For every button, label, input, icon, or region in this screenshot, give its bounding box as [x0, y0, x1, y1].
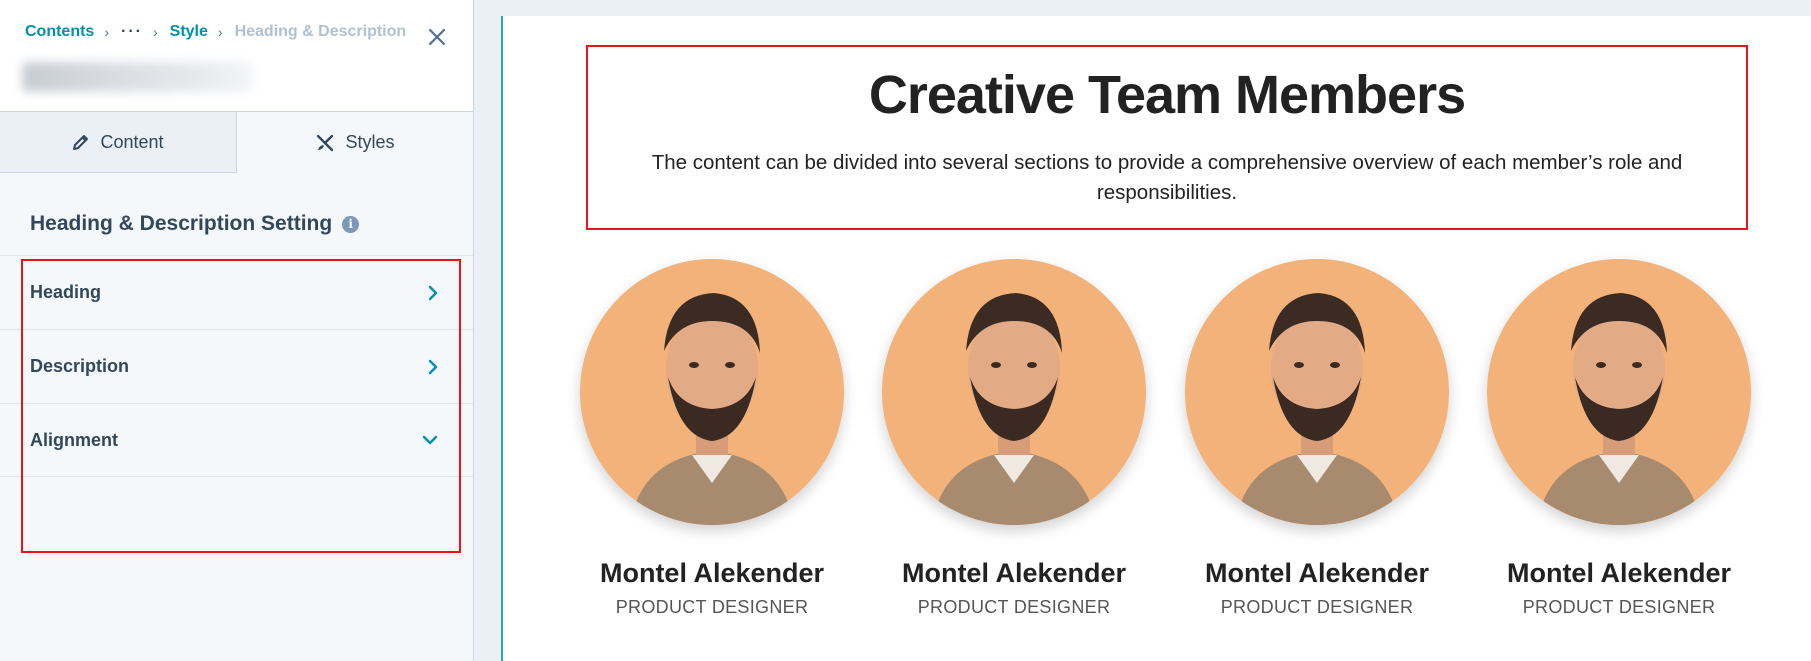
- member-name: Montel Alekender: [901, 558, 1127, 588]
- breadcrumb-current: Heading & Description: [234, 23, 407, 40]
- avatar: [580, 259, 844, 525]
- close-icon: [428, 28, 446, 46]
- breadcrumb-ellipsis[interactable]: ···: [121, 23, 143, 41]
- member-name: Montel Alekender: [599, 558, 825, 588]
- row-alignment[interactable]: Alignment: [0, 403, 473, 477]
- preview-description[interactable]: The content can be divided into several …: [620, 148, 1714, 208]
- chevron-right-icon: ›: [217, 24, 223, 40]
- breadcrumb-style[interactable]: Style: [170, 23, 208, 41]
- tab-styles-label: Styles: [345, 132, 395, 152]
- chevron-right-icon: ›: [104, 24, 109, 40]
- team-member-card[interactable]: Montel Alekender PRODUCT DESIGNER: [1487, 259, 1751, 618]
- settings-panel: Contents › ··· › Style › Heading & Descr…: [0, 0, 474, 661]
- info-icon[interactable]: i: [342, 215, 360, 233]
- avatar: [1185, 259, 1449, 525]
- portrait-image: [1487, 259, 1751, 525]
- member-role: PRODUCT DESIGNER: [615, 597, 809, 617]
- close-button[interactable]: [424, 24, 450, 50]
- chevron-down-icon: [422, 435, 438, 445]
- row-heading[interactable]: Heading: [0, 255, 473, 329]
- pencil-icon: [73, 135, 89, 150]
- section-title: Heading & Description Setting i: [30, 212, 360, 236]
- chevron-right-icon: [428, 359, 438, 374]
- member-role: PRODUCT DESIGNER: [1220, 597, 1414, 617]
- brush-icon: [317, 134, 334, 151]
- member-role: PRODUCT DESIGNER: [1522, 597, 1716, 617]
- row-description-label: Description: [30, 356, 130, 376]
- preview-heading[interactable]: Creative Team Members: [586, 64, 1748, 126]
- panel-tabs: Content Styles: [0, 112, 473, 173]
- breadcrumb: Contents › ··· › Style › Heading & Descr…: [25, 22, 406, 42]
- team-member-card[interactable]: Montel Alekender PRODUCT DESIGNER: [882, 259, 1146, 618]
- chevron-right-icon: [428, 285, 438, 300]
- team-member-card[interactable]: Montel Alekender PRODUCT DESIGNER: [580, 259, 844, 618]
- row-heading-label: Heading: [30, 282, 102, 302]
- section-title-text: Heading & Description Setting: [30, 212, 333, 235]
- portrait-image: [882, 259, 1146, 525]
- row-alignment-label: Alignment: [30, 429, 118, 450]
- team-member-card[interactable]: Montel Alekender PRODUCT DESIGNER: [1185, 259, 1449, 618]
- member-role: PRODUCT DESIGNER: [917, 597, 1111, 617]
- tab-content-label: Content: [100, 131, 164, 152]
- member-name: Montel Alekender: [1204, 558, 1430, 588]
- module-name-blurred: [22, 62, 252, 92]
- portrait-image: [1185, 259, 1449, 525]
- settings-rows: Heading Description Alignment: [0, 255, 473, 477]
- row-description[interactable]: Description: [0, 329, 473, 403]
- portrait-image: [580, 259, 844, 525]
- panel-header: Contents › ··· › Style › Heading & Descr…: [0, 0, 473, 112]
- member-name: Montel Alekender: [1506, 558, 1732, 588]
- avatar: [1487, 259, 1751, 525]
- avatar: [882, 259, 1146, 525]
- tab-content[interactable]: Content: [0, 112, 237, 173]
- breadcrumb-contents[interactable]: Contents: [25, 23, 94, 41]
- chevron-right-icon: ›: [152, 24, 158, 40]
- tab-styles[interactable]: Styles: [237, 112, 473, 173]
